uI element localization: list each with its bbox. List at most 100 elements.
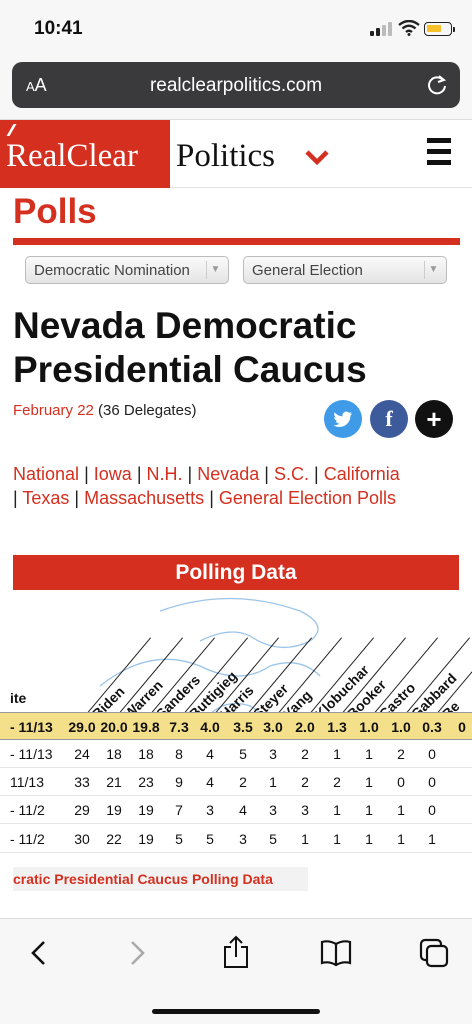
twitter-share-button[interactable] (324, 400, 362, 438)
chevron-down-icon[interactable] (305, 150, 329, 166)
table-cell: 2 (301, 746, 309, 762)
table-cell: 2 (239, 774, 247, 790)
address-bar[interactable]: AA realclearpolitics.com (12, 62, 460, 108)
table-cell: 7.3 (169, 719, 189, 735)
reload-icon[interactable] (426, 74, 448, 96)
table-cell: 0 (428, 802, 436, 818)
facebook-share-button[interactable]: f (370, 400, 408, 438)
link-separator: | (187, 464, 193, 484)
more-share-button[interactable]: + (415, 400, 453, 438)
link-separator: | (314, 464, 319, 484)
table-cell: 29.0 (68, 719, 96, 735)
table-cell: 3 (206, 802, 214, 818)
nomination-select[interactable]: Democratic Nomination ▼ (25, 256, 229, 284)
average-row[interactable]: - 11/13 29.0 20.0 19.8 7.3 4.0 3.5 3.0 2.0 1.3 1.0… (0, 712, 472, 740)
home-indicator (152, 1009, 320, 1014)
table-cell: 4 (239, 802, 247, 818)
row-date: - 11/2 (10, 831, 45, 847)
full-poll-link[interactable]: cratic Presidential Caucus Polling Data (13, 867, 308, 891)
table-cell: 19 (106, 802, 122, 818)
link-sc[interactable]: S.C. (274, 464, 309, 484)
link-nh[interactable]: N.H. (147, 464, 183, 484)
event-date: February 22 (36 Delegates) (13, 402, 196, 419)
back-icon[interactable] (28, 939, 50, 967)
row-date: - 11/13 (10, 719, 53, 735)
table-cell: 1 (269, 774, 277, 790)
url-text[interactable]: realclearpolitics.com (12, 75, 460, 97)
table-cell: 2 (397, 746, 405, 762)
link-texas[interactable]: Texas (22, 488, 69, 508)
logo-mark-icon (6, 124, 26, 136)
table-cell: 5 (239, 746, 247, 762)
table-cell: 0 (428, 774, 436, 790)
table-row[interactable]: - 11/2 30 22 19 5 5 3 5 1 1 1 1 1 (0, 825, 472, 853)
link-nevada[interactable]: Nevada (197, 464, 259, 484)
share-icon[interactable] (222, 935, 250, 969)
delegates-count: (36 Delegates) (98, 402, 197, 419)
table-cell: 2 (301, 774, 309, 790)
link-massachusetts[interactable]: Massachusetts (84, 488, 204, 508)
table-cell: 1 (365, 746, 373, 762)
table-cell: 29 (74, 802, 90, 818)
table-cell: 19.8 (132, 719, 160, 735)
table-cell: 1 (397, 831, 405, 847)
site-header: RealClear Politics (0, 120, 472, 188)
clock-time: 10:41 (34, 18, 83, 39)
link-separator: | (84, 464, 89, 484)
table-cell: 22 (106, 831, 122, 847)
site-logo[interactable]: RealClear (0, 120, 170, 188)
table-cell: 1 (428, 831, 436, 847)
signal-icon (370, 22, 392, 36)
link-separator: | (136, 464, 142, 484)
table-cell: 23 (138, 774, 154, 790)
link-general-election[interactable]: General Election Polls (219, 488, 396, 508)
menu-icon[interactable] (427, 138, 451, 166)
polling-data-heading: Polling Data (13, 555, 459, 590)
link-separator: | (74, 488, 80, 508)
page-title: Nevada Democratic Presidential Caucus (13, 305, 367, 390)
facebook-icon: f (385, 406, 393, 431)
table-cell: 20.0 (100, 719, 128, 735)
table-cell: 3 (239, 831, 247, 847)
link-separator: | (264, 464, 269, 484)
battery-icon (424, 22, 455, 36)
table-cell: 4 (206, 774, 214, 790)
table-cell: 1 (333, 802, 341, 818)
section-divider (13, 238, 460, 245)
election-select[interactable]: General Election ▼ (243, 256, 447, 284)
link-iowa[interactable]: Iowa (94, 464, 132, 484)
wifi-icon (398, 20, 420, 36)
table-cell: 5 (206, 831, 214, 847)
twitter-icon (333, 411, 352, 427)
table-cell: 3.0 (263, 719, 283, 735)
link-national[interactable]: National (13, 464, 79, 484)
table-cell: 0.3 (422, 719, 442, 735)
nomination-select-value: Democratic Nomination (34, 262, 190, 279)
table-cell: 3 (269, 802, 277, 818)
table-cell: 33 (74, 774, 90, 790)
bookmarks-icon[interactable] (320, 939, 352, 967)
election-select-value: General Election (252, 262, 363, 279)
table-cell: 3.5 (233, 719, 253, 735)
forward-icon[interactable] (126, 939, 148, 967)
row-date: - 11/13 (10, 746, 53, 762)
browser-toolbar (0, 918, 472, 1024)
table-cell: 1 (365, 831, 373, 847)
table-cell: 19 (138, 831, 154, 847)
table-cell: 0 (428, 746, 436, 762)
link-separator: | (209, 488, 214, 508)
table-cell: 1 (397, 802, 405, 818)
state-links: National | Iowa | N.H. | Nevada | S.C. |… (13, 462, 463, 510)
event-date-link[interactable]: February 22 (13, 402, 94, 419)
tabs-icon[interactable] (418, 937, 450, 969)
table-row[interactable]: - 11/2 29 19 19 7 3 4 3 3 1 1 1 0 (0, 796, 472, 824)
table-cell: 1 (301, 831, 309, 847)
logo-text-right[interactable]: Politics (176, 138, 275, 175)
table-row[interactable]: 11/13 33 21 23 9 4 2 1 2 2 1 0 0 (0, 768, 472, 796)
table-cell: 30 (74, 831, 90, 847)
table-cell: 5 (175, 831, 183, 847)
table-row[interactable]: - 11/13 24 18 18 8 4 5 3 2 1 1 2 0 (0, 740, 472, 768)
table-cell: 1 (365, 802, 373, 818)
table-cell: 4 (206, 746, 214, 762)
link-california[interactable]: California (324, 464, 400, 484)
